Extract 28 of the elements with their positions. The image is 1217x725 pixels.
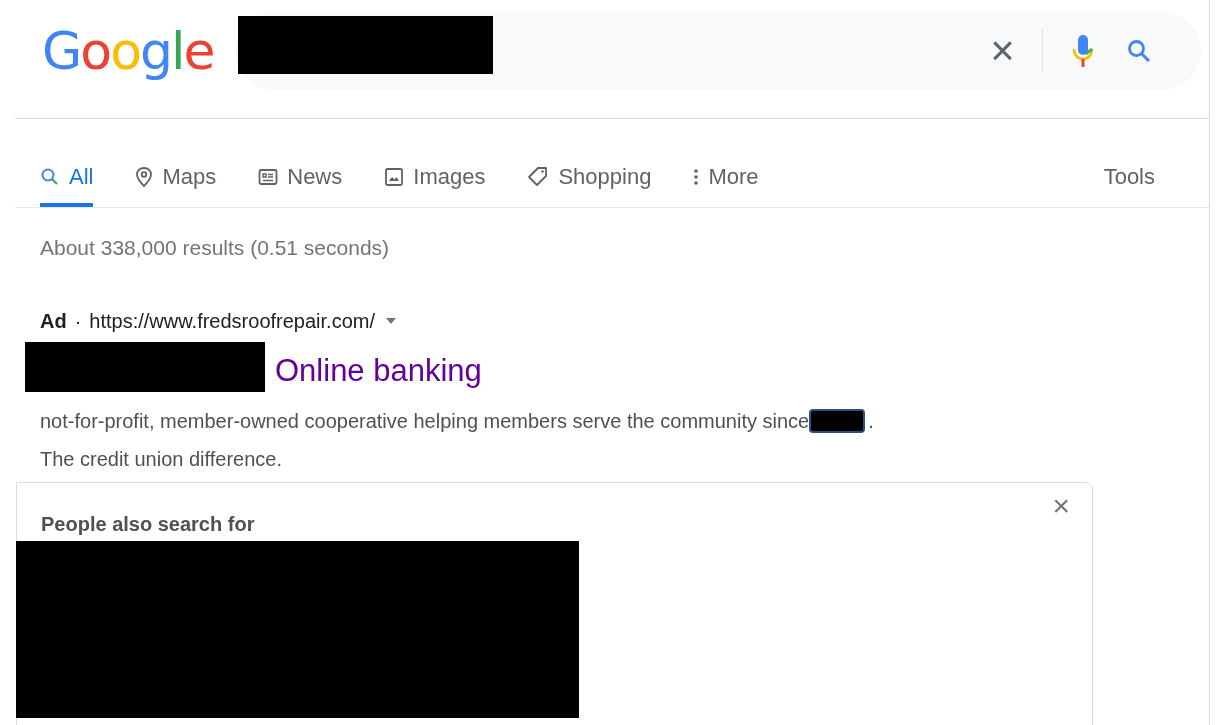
search-icon	[1126, 38, 1153, 64]
tools-button[interactable]: Tools	[1103, 160, 1155, 207]
image-icon	[384, 166, 405, 187]
redaction-bar	[809, 408, 866, 433]
tag-icon	[527, 165, 550, 188]
close-button[interactable]: ×	[1052, 490, 1070, 521]
card-title: People also search for	[41, 511, 255, 537]
pin-icon	[135, 165, 154, 188]
nav-tab[interactable]: More	[693, 160, 759, 207]
microphone-icon	[1072, 34, 1095, 68]
more-icon	[693, 166, 700, 187]
result-title-link[interactable]: Online banking	[275, 354, 482, 392]
nav-tab[interactable]: Images	[384, 160, 486, 207]
ad-url[interactable]: https://www.fredsroofrepair.com/	[89, 305, 375, 336]
nav-tab[interactable]: News	[258, 160, 343, 207]
search-field[interactable]: ×	[235, 12, 1202, 90]
clear-button[interactable]: ×	[980, 29, 1025, 73]
snippet-text: not-for-profit, member-owned cooperative helping members serve the community since	[40, 408, 810, 434]
snippet-text: .	[868, 408, 874, 434]
snippet-text: The credit union difference.	[40, 446, 283, 472]
dropdown-icon[interactable]	[385, 316, 397, 325]
ad-label: Ad	[40, 308, 67, 334]
separator-dot: ·	[74, 308, 82, 334]
search-icon	[40, 166, 60, 187]
nav-tab[interactable]: Maps	[135, 160, 217, 207]
result-stats: About 338,000 results (0.51 seconds)	[40, 235, 391, 261]
nav-tab[interactable]: Shopping	[527, 160, 652, 207]
newspaper-icon	[258, 167, 279, 186]
